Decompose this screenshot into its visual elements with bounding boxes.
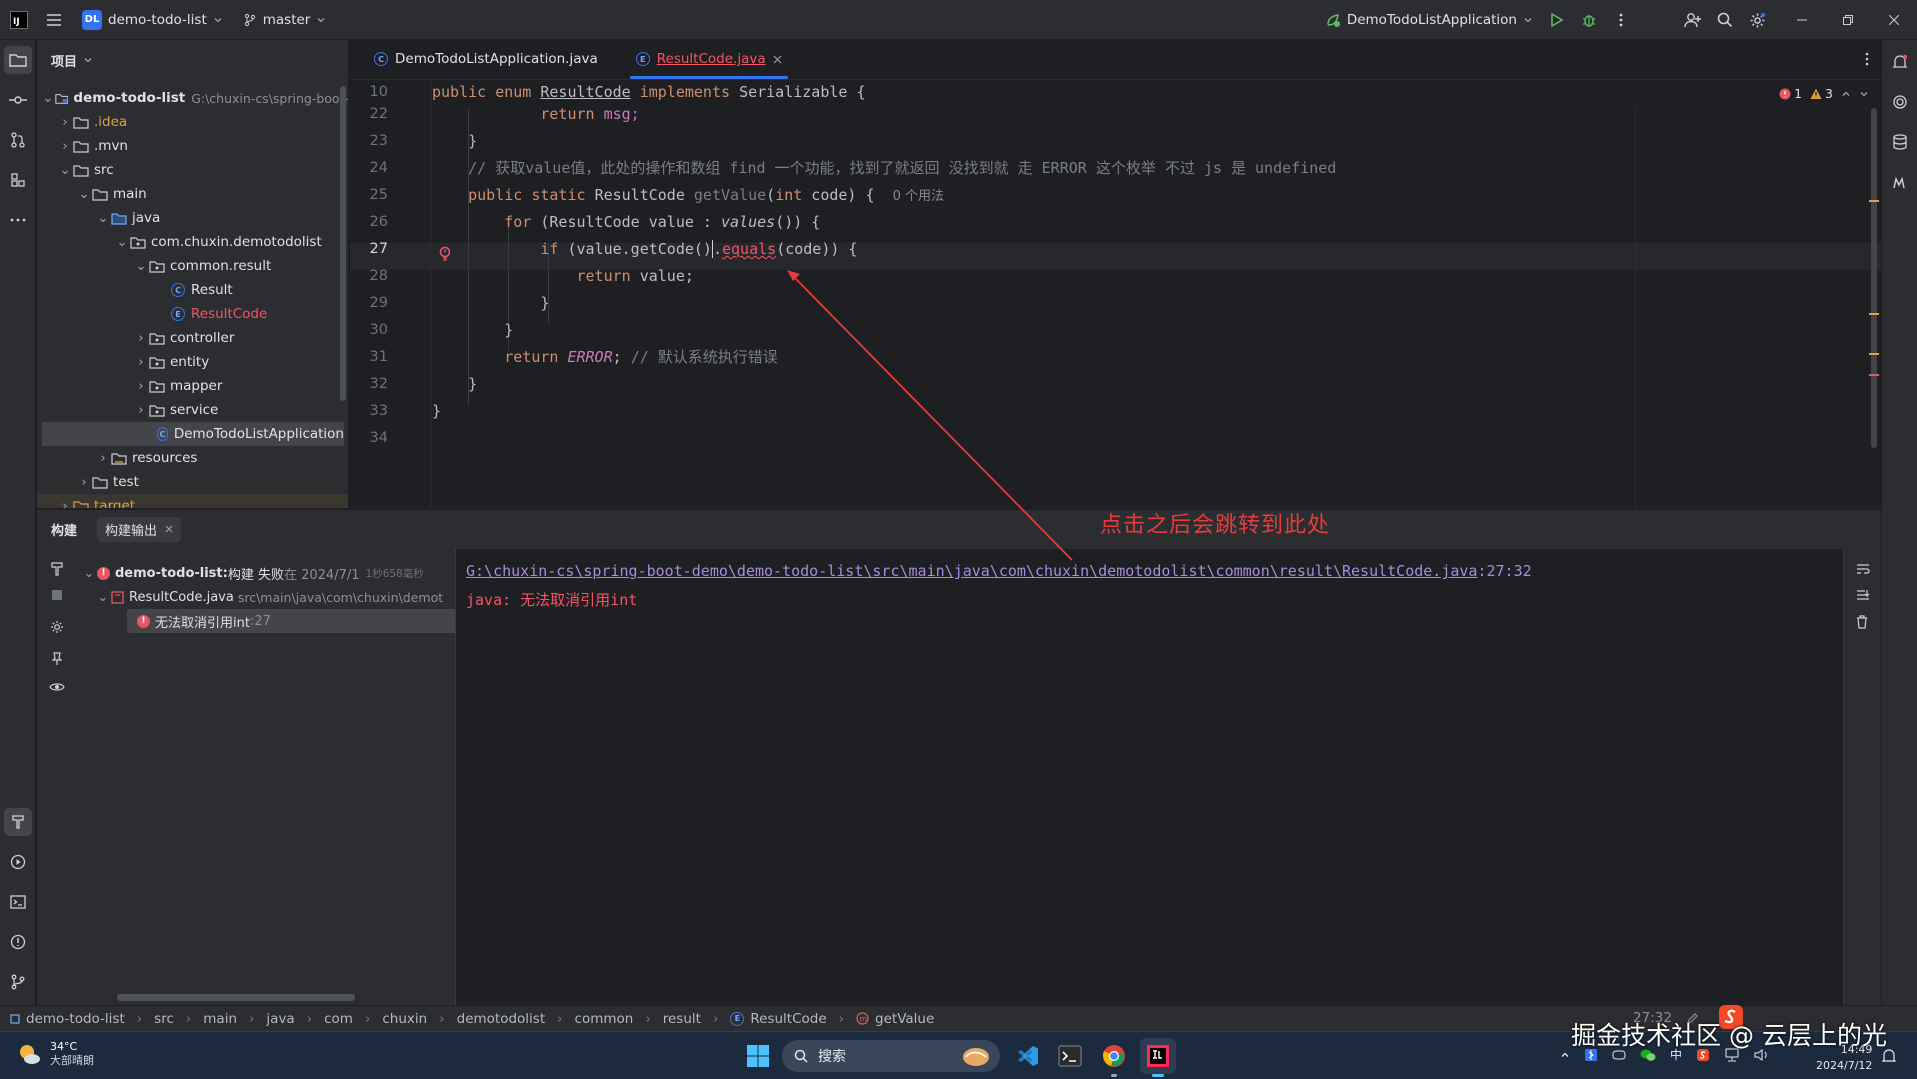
start-button[interactable] <box>740 1038 776 1074</box>
enum-icon: E <box>730 1011 745 1026</box>
taskbar-search[interactable]: 搜索 <box>782 1040 1000 1072</box>
chevron-up-icon[interactable] <box>1560 1050 1570 1060</box>
breadcrumb-item[interactable]: result <box>663 1011 701 1027</box>
chrome-app[interactable] <box>1096 1038 1132 1077</box>
intellij-icon <box>1147 1045 1169 1067</box>
terminal-icon <box>1058 1045 1082 1067</box>
search-placeholder: 搜索 <box>818 1049 846 1065</box>
breadcrumb-item[interactable]: common <box>575 1011 634 1027</box>
breadcrumb-item[interactable]: chuxin <box>382 1011 427 1027</box>
module-icon <box>10 1013 20 1024</box>
breadcrumb-item[interactable]: demotodolist <box>457 1011 546 1027</box>
breadcrumb: demo-todo-list › src › main › java › com › ch… <box>10 1011 934 1027</box>
breadcrumb-item[interactable]: getValue <box>875 1011 934 1027</box>
chrome-icon <box>1103 1045 1125 1067</box>
vscode-app[interactable] <box>1010 1038 1046 1074</box>
intellij-app[interactable] <box>1140 1038 1176 1077</box>
sun-cloud-icon <box>20 1045 40 1064</box>
windows-logo-icon <box>747 1045 769 1067</box>
terminal-app[interactable] <box>1052 1038 1088 1074</box>
vscode-icon <box>1018 1046 1038 1066</box>
breadcrumb-item[interactable]: java <box>266 1011 294 1027</box>
weather-widget[interactable]: 34°C 大部晴朗 <box>16 1040 94 1068</box>
annotation-text: 点击之后会跳转到此处 <box>1100 513 1331 538</box>
shell-highlight-icon <box>963 1048 989 1066</box>
breadcrumb-item[interactable]: src <box>154 1011 174 1027</box>
breadcrumb-item[interactable]: demo-todo-list <box>26 1011 125 1027</box>
watermark: 掘金技术社区 @ 云层上的光 <box>1571 1021 1887 1050</box>
weather-desc: 大部晴朗 <box>50 1054 94 1067</box>
clock-date: 2024/7/12 <box>1816 1059 1873 1072</box>
svg-text:m: m <box>859 1015 867 1024</box>
weather-temp: 34°C <box>50 1040 78 1053</box>
breadcrumb-item[interactable]: com <box>324 1011 353 1027</box>
breadcrumb-item[interactable]: ResultCode <box>750 1011 826 1027</box>
search-icon <box>794 1049 808 1063</box>
annotation-arrow <box>787 270 1073 561</box>
method-icon: m <box>856 1012 869 1025</box>
breadcrumb-item[interactable]: main <box>203 1011 237 1027</box>
